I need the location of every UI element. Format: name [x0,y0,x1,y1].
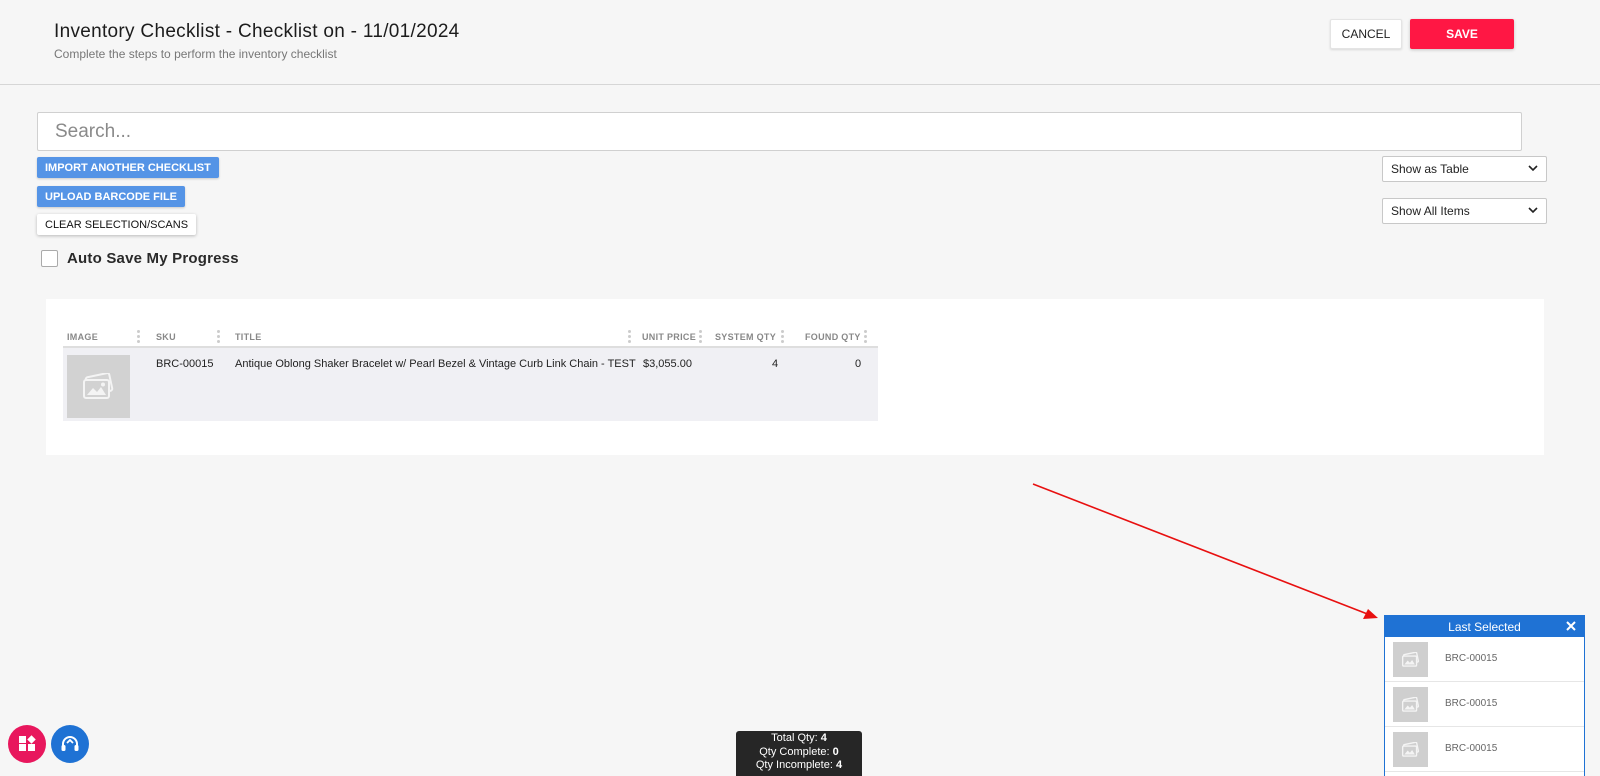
cell-system-qty: 4 [772,358,779,370]
table-row[interactable]: BRC-00015 Antique Oblong Shaker Bracelet… [63,348,878,421]
last-selected-header: Last Selected [1385,616,1584,637]
qty-complete-label: Qty Complete: [759,745,830,758]
autosave-label: Auto Save My Progress [67,250,239,267]
qty-incomplete-label: Qty Incomplete: [755,759,833,771]
column-header-system-qty[interactable]: SYSTEM QTY [715,332,776,342]
apps-icon [19,735,36,751]
autosave-checkbox[interactable] [41,250,58,267]
column-resize-handle[interactable] [137,330,140,344]
chevron-down-icon [1528,207,1538,214]
chevron-down-icon [1528,165,1538,172]
total-qty: Total Qty: 4 [736,732,862,746]
column-resize-handle[interactable] [699,330,702,344]
column-header-found-qty[interactable]: FOUND QTY [805,332,861,342]
last-selected-sku: BRC-00015 [1445,743,1498,754]
column-header-title[interactable]: TITLE [235,332,262,342]
cell-found-qty: 0 [855,358,862,370]
image-placeholder-icon [1393,642,1428,677]
import-checklist-button[interactable]: IMPORT ANOTHER CHECKLIST [37,157,219,178]
column-resize-handle[interactable] [864,330,867,344]
list-item[interactable]: BRC-00015 [1385,682,1584,727]
support-headset-icon [61,736,79,751]
last-selected-sku: BRC-00015 [1445,698,1498,709]
image-placeholder-icon [1393,687,1428,722]
cell-sku: BRC-00015 [156,358,214,370]
page-header: Inventory Checklist - Checklist on - 11/… [0,0,1600,85]
column-resize-handle[interactable] [781,330,784,344]
cell-title: Antique Oblong Shaker Bracelet w/ Pearl … [235,358,636,370]
support-button[interactable] [51,725,89,763]
qty-summary: Total Qty: 4 Qty Complete: 0 Qty Incompl… [736,731,862,776]
apps-button[interactable] [8,725,46,763]
qty-complete: Qty Complete: 0 [736,746,862,760]
last-selected-sku: BRC-00015 [1445,653,1498,664]
qty-incomplete-value: 4 [835,759,843,771]
total-qty-value: 4 [820,732,827,744]
upload-barcode-button[interactable]: UPLOAD BARCODE FILE [37,186,185,207]
cell-unit-price: $3,055.00 [643,358,692,370]
column-header-image[interactable]: IMAGE [67,332,98,342]
close-icon[interactable] [1564,619,1578,633]
view-mode-select[interactable]: Show as Table [1382,156,1547,182]
column-resize-handle[interactable] [217,330,220,344]
image-placeholder-icon [67,355,130,418]
last-selected-title: Last Selected [1448,619,1521,634]
column-header-sku[interactable]: SKU [156,332,176,342]
column-resize-handle[interactable] [628,330,631,344]
view-mode-value: Show as Table [1391,162,1469,176]
autosave-toggle[interactable]: Auto Save My Progress [41,250,239,267]
list-item[interactable]: BRC-00015 [1385,637,1584,682]
column-header-unit-price[interactable]: UNIT PRICE [642,332,696,342]
last-selected-panel: Last Selected BRC-00015 BRC-00015 BRC-00… [1384,615,1585,776]
image-placeholder-icon [1393,732,1428,767]
checklist-table: IMAGE SKU TITLE UNIT PRICE SYSTEM QTY FO… [63,326,878,421]
save-button[interactable]: SAVE [1410,19,1514,49]
list-item[interactable]: BRC-00015 [1385,727,1584,772]
total-qty-label: Total Qty: [771,732,818,744]
cancel-button[interactable]: CANCEL [1330,19,1402,49]
qty-complete-value: 0 [832,745,839,758]
search-input[interactable] [37,112,1522,151]
item-filter-select[interactable]: Show All Items [1382,198,1547,224]
qty-incomplete: Qty Incomplete: 4 [736,759,862,773]
clear-selection-button[interactable]: CLEAR SELECTION/SCANS [37,214,197,235]
table-header: IMAGE SKU TITLE UNIT PRICE SYSTEM QTY FO… [63,326,878,348]
page-title: Inventory Checklist - Checklist on - 11/… [54,21,460,42]
checklist-table-card: IMAGE SKU TITLE UNIT PRICE SYSTEM QTY FO… [46,299,1544,455]
page-subtitle: Complete the steps to perform the invent… [54,47,337,61]
item-filter-value: Show All Items [1391,204,1470,218]
